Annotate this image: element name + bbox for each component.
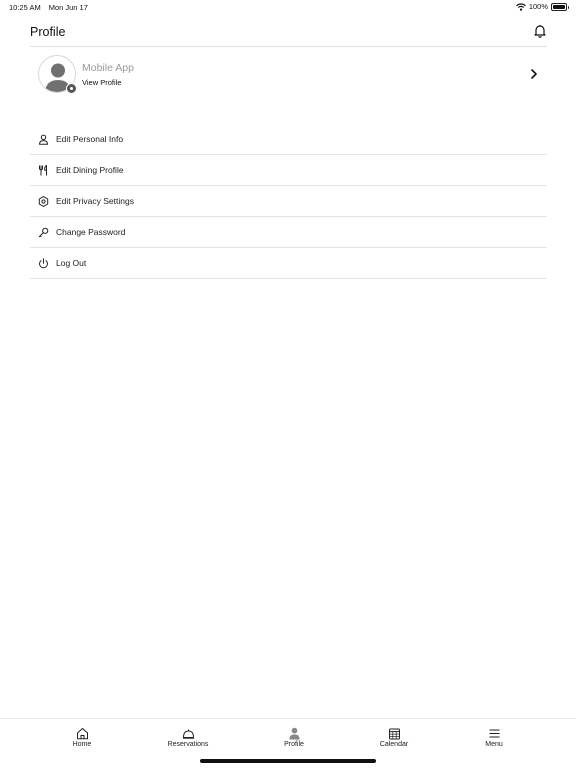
tab-label: Menu [485,741,503,748]
menu-item-edit-dining-profile[interactable]: Edit Dining Profile [30,155,547,186]
calendar-icon [388,728,400,740]
menu-item-log-out[interactable]: Log Out [30,248,547,279]
battery-percent: 100% [528,2,548,11]
hamburger-icon [489,729,499,738]
camera-badge-icon[interactable] [66,83,77,94]
profile-menu-list: Edit Personal Info Edit Dining Profile E… [30,124,547,279]
battery-icon [551,2,569,11]
header: Profile [30,20,547,47]
tab-label: Calendar [379,741,409,748]
menu-item-edit-personal-info[interactable]: Edit Personal Info [30,124,547,155]
tab-label: Profile [284,741,304,748]
battery-level [553,4,565,9]
profile-name: Mobile App [82,62,134,74]
menu-item-label: Change Password [56,227,126,237]
key-icon [38,227,49,237]
bottom-tab-bar: Home Reservations Profile Calendar Menu [0,718,576,768]
cloche-icon [182,729,194,739]
profile-card[interactable]: Mobile App View Profile [30,54,547,96]
gear-icon [38,195,49,207]
wifi-icon [515,2,526,11]
tab-home[interactable]: Home [42,727,122,748]
tab-calendar[interactable]: Calendar [354,727,434,748]
menu-item-edit-privacy-settings[interactable]: Edit Privacy Settings [30,186,547,217]
tab-label: Home [72,741,92,748]
home-indicator [200,759,376,763]
menu-item-label: Edit Personal Info [56,134,124,144]
view-profile-link[interactable]: View Profile [82,78,121,87]
fork-knife-icon [39,164,47,175]
menu-item-label: Log Out [56,258,87,268]
tab-profile[interactable]: Profile [254,727,334,748]
tab-reservations[interactable]: Reservations [148,727,228,748]
status-time: 10:25 AM [9,3,41,12]
person-icon [39,134,48,145]
status-right: 100% [515,2,569,11]
menu-item-label: Edit Privacy Settings [56,196,134,206]
bell-icon[interactable] [533,24,547,38]
menu-item-change-password[interactable]: Change Password [30,217,547,248]
page-title: Profile [30,25,66,39]
person-filled-icon [288,727,300,740]
tab-label: Reservations [167,741,209,748]
home-icon [76,728,88,740]
power-icon [39,257,48,268]
status-left: 10:25 AM Mon Jun 17 [9,3,88,12]
chevron-right-icon[interactable] [529,68,539,80]
status-date: Mon Jun 17 [48,3,88,12]
status-bar: 10:25 AM Mon Jun 17 100% [0,0,576,14]
menu-item-label: Edit Dining Profile [56,165,124,175]
tab-menu[interactable]: Menu [454,727,534,748]
